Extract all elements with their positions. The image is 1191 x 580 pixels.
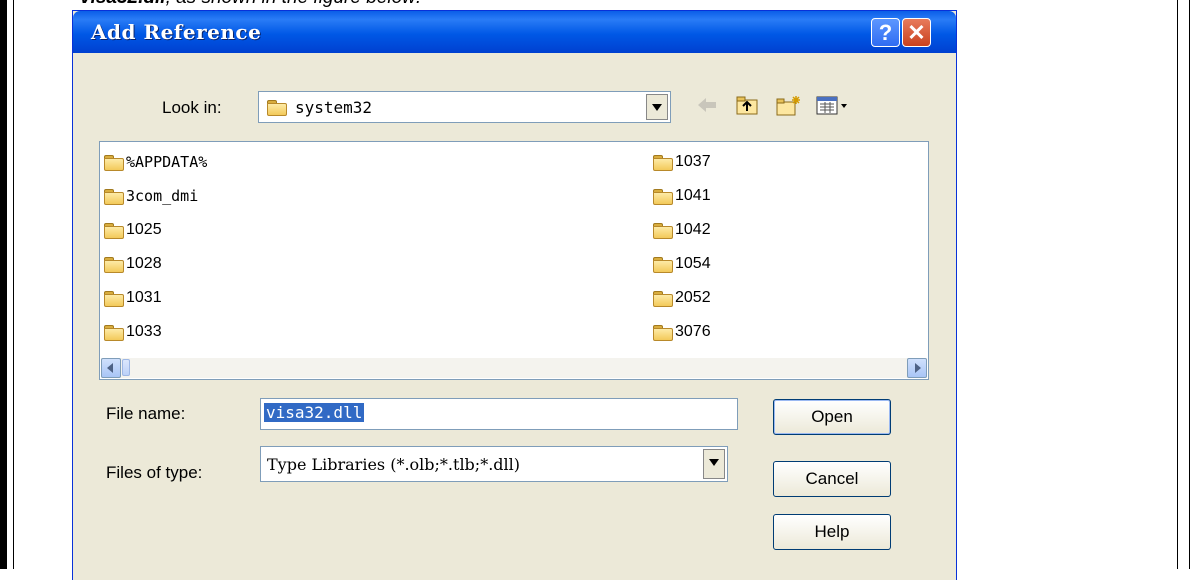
folder-icon (653, 222, 673, 239)
page-border-line (1189, 0, 1190, 569)
up-folder-icon[interactable] (736, 95, 760, 119)
page-border-line (1177, 0, 1178, 569)
folder-icon (653, 324, 673, 341)
caption-filename: visa32.dll (80, 0, 166, 8)
file-name-label: File name: (106, 404, 186, 423)
dropdown-arrow-icon[interactable] (703, 449, 725, 479)
close-button[interactable]: ✕ (902, 18, 931, 47)
help-title-button[interactable]: ? (871, 18, 900, 47)
list-item[interactable]: 1037 (653, 153, 711, 177)
look-in-label: Look in: (162, 98, 222, 117)
list-item[interactable]: 2052 (653, 289, 711, 313)
folder-icon (104, 154, 124, 171)
page-border-left (0, 0, 7, 569)
file-type-label: Files of type: (106, 463, 203, 482)
window-title: Add Reference (91, 20, 262, 44)
scrollbar-thumb[interactable] (122, 359, 130, 376)
horizontal-scrollbar[interactable] (101, 358, 927, 378)
dropdown-arrow-icon[interactable] (646, 94, 668, 120)
look-in-value: system32 (295, 98, 373, 117)
add-reference-dialog: Add Reference ? ✕ Look in: system32 %APP… (72, 10, 957, 580)
folder-icon (104, 256, 124, 273)
file-type-value: Type Libraries (*.olb;*.tlb;*.dll) (267, 455, 520, 474)
scroll-left-icon[interactable] (101, 358, 121, 378)
title-bar[interactable]: Add Reference ? ✕ (73, 11, 956, 53)
list-item[interactable]: 3com_dmi (104, 187, 198, 211)
help-button[interactable]: Help (773, 514, 891, 550)
folder-icon (653, 154, 673, 171)
view-menu-icon[interactable] (816, 95, 852, 119)
folder-icon (104, 324, 124, 341)
list-item[interactable]: 1041 (653, 187, 711, 211)
open-button[interactable]: Open (773, 399, 891, 435)
caption-text: , as shown in the figure below: (166, 0, 422, 8)
list-item[interactable]: 1025 (104, 221, 162, 245)
folder-icon (104, 290, 124, 307)
cancel-button[interactable]: Cancel (773, 461, 891, 497)
list-item[interactable]: 1031 (104, 289, 162, 313)
folder-icon (267, 100, 287, 117)
look-in-combobox[interactable]: system32 (258, 91, 671, 123)
new-folder-icon[interactable] (776, 95, 802, 119)
file-name-input[interactable]: visa32.dll (260, 398, 738, 430)
folder-icon (653, 188, 673, 205)
list-item[interactable]: 1028 (104, 255, 162, 279)
back-arrow-icon[interactable] (696, 95, 718, 119)
folder-icon (104, 188, 124, 205)
list-item[interactable]: 1042 (653, 221, 711, 245)
file-list[interactable]: %APPDATA% 3com_dmi 1025 1028 1031 1033 1… (99, 141, 929, 380)
folder-icon (653, 290, 673, 307)
scroll-right-icon[interactable] (907, 358, 927, 378)
list-item[interactable]: 1054 (653, 255, 711, 279)
file-type-combobox[interactable]: Type Libraries (*.olb;*.tlb;*.dll) (260, 446, 728, 482)
folder-icon (653, 256, 673, 273)
list-item[interactable]: 1033 (104, 323, 162, 347)
document-caption: visa32.dll, as shown in the figure below… (80, 0, 421, 9)
file-name-value: visa32.dll (264, 403, 365, 422)
page-border-line (13, 0, 14, 569)
list-item[interactable]: 3076 (653, 323, 711, 347)
folder-icon (104, 222, 124, 239)
list-item[interactable]: %APPDATA% (104, 153, 207, 177)
